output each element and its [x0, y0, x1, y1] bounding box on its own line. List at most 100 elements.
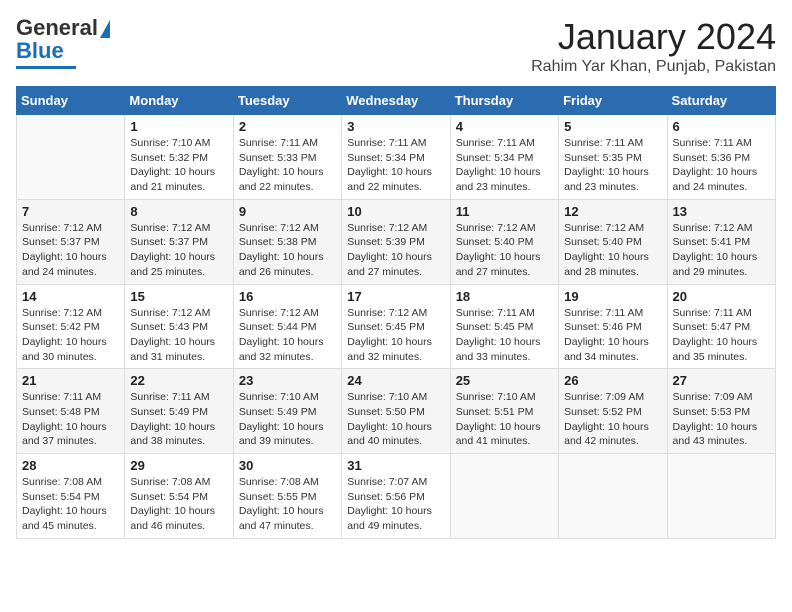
calendar-cell: 24Sunrise: 7:10 AM Sunset: 5:50 PM Dayli… [342, 369, 450, 454]
day-number: 29 [130, 458, 227, 473]
day-info: Sunrise: 7:11 AM Sunset: 5:49 PM Dayligh… [130, 390, 227, 449]
day-info: Sunrise: 7:10 AM Sunset: 5:51 PM Dayligh… [456, 390, 553, 449]
day-number: 5 [564, 119, 661, 134]
day-info: Sunrise: 7:07 AM Sunset: 5:56 PM Dayligh… [347, 475, 444, 534]
day-number: 8 [130, 204, 227, 219]
calendar-title: January 2024 [531, 16, 776, 58]
calendar-cell: 27 Sunrise: 7:09 AM Sunset: 5:53 PM Dayli… [667, 369, 775, 454]
weekday-header-monday: Monday [125, 87, 233, 115]
calendar-cell: 17Sunrise: 7:12 AM Sunset: 5:45 PM Dayli… [342, 284, 450, 369]
weekday-header-row: SundayMondayTuesdayWednesdayThursdayFrid… [17, 87, 776, 115]
calendar-cell: 30 Sunrise: 7:08 AM Sunset: 5:55 PM Dayli… [233, 454, 341, 539]
calendar-cell: 22 Sunrise: 7:11 AM Sunset: 5:49 PM Dayli… [125, 369, 233, 454]
week-row-3: 14 Sunrise: 7:12 AM Sunset: 5:42 PM Dayli… [17, 284, 776, 369]
day-info: Sunrise: 7:12 AM Sunset: 5:40 PM Dayligh… [564, 221, 661, 280]
calendar-cell: 6 Sunrise: 7:11 AM Sunset: 5:36 PM Daylig… [667, 115, 775, 200]
calendar-cell: 5 Sunrise: 7:11 AM Sunset: 5:35 PM Daylig… [559, 115, 667, 200]
day-number: 27 [673, 373, 770, 388]
day-info: Sunrise: 7:11 AM Sunset: 5:34 PM Dayligh… [456, 136, 553, 195]
day-info: Sunrise: 7:09 AM Sunset: 5:52 PM Dayligh… [564, 390, 661, 449]
day-info: Sunrise: 7:09 AM Sunset: 5:53 PM Dayligh… [673, 390, 770, 449]
calendar-cell: 21 Sunrise: 7:11 AM Sunset: 5:48 PM Dayli… [17, 369, 125, 454]
day-number: 13 [673, 204, 770, 219]
logo-underline [16, 66, 76, 69]
day-number: 6 [673, 119, 770, 134]
day-number: 3 [347, 119, 444, 134]
calendar-cell: 4 Sunrise: 7:11 AM Sunset: 5:34 PM Daylig… [450, 115, 558, 200]
logo-text: General [16, 16, 110, 40]
day-number: 16 [239, 289, 336, 304]
day-number: 12 [564, 204, 661, 219]
calendar-cell: 8 Sunrise: 7:12 AM Sunset: 5:37 PM Daylig… [125, 199, 233, 284]
day-number: 20 [673, 289, 770, 304]
day-info: Sunrise: 7:11 AM Sunset: 5:36 PM Dayligh… [673, 136, 770, 195]
day-info: Sunrise: 7:11 AM Sunset: 5:34 PM Dayligh… [347, 136, 444, 195]
calendar-cell: 19 Sunrise: 7:11 AM Sunset: 5:46 PM Dayli… [559, 284, 667, 369]
day-number: 25 [456, 373, 553, 388]
day-number: 21 [22, 373, 119, 388]
day-info: Sunrise: 7:08 AM Sunset: 5:54 PM Dayligh… [130, 475, 227, 534]
calendar-cell [559, 454, 667, 539]
week-row-2: 7 Sunrise: 7:12 AM Sunset: 5:37 PM Daylig… [17, 199, 776, 284]
calendar-cell: 25 Sunrise: 7:10 AM Sunset: 5:51 PM Dayli… [450, 369, 558, 454]
weekday-header-friday: Friday [559, 87, 667, 115]
day-number: 4 [456, 119, 553, 134]
day-number: 22 [130, 373, 227, 388]
calendar-cell: 23 Sunrise: 7:10 AM Sunset: 5:49 PM Dayli… [233, 369, 341, 454]
week-row-4: 21 Sunrise: 7:11 AM Sunset: 5:48 PM Dayli… [17, 369, 776, 454]
day-info: Sunrise: 7:12 AM Sunset: 5:37 PM Dayligh… [22, 221, 119, 280]
day-info: Sunrise: 7:11 AM Sunset: 5:47 PM Dayligh… [673, 306, 770, 365]
calendar-cell: 26 Sunrise: 7:09 AM Sunset: 5:52 PM Dayli… [559, 369, 667, 454]
day-number: 7 [22, 204, 119, 219]
day-info: Sunrise: 7:11 AM Sunset: 5:35 PM Dayligh… [564, 136, 661, 195]
calendar-cell [450, 454, 558, 539]
logo-blue: Blue [16, 38, 64, 64]
day-info: Sunrise: 7:11 AM Sunset: 5:46 PM Dayligh… [564, 306, 661, 365]
calendar-cell: 15 Sunrise: 7:12 AM Sunset: 5:43 PM Dayli… [125, 284, 233, 369]
day-info: Sunrise: 7:11 AM Sunset: 5:33 PM Dayligh… [239, 136, 336, 195]
week-row-5: 28 Sunrise: 7:08 AM Sunset: 5:54 PM Dayli… [17, 454, 776, 539]
day-number: 10 [347, 204, 444, 219]
day-number: 28 [22, 458, 119, 473]
day-info: Sunrise: 7:11 AM Sunset: 5:48 PM Dayligh… [22, 390, 119, 449]
day-number: 30 [239, 458, 336, 473]
day-info: Sunrise: 7:12 AM Sunset: 5:42 PM Dayligh… [22, 306, 119, 365]
day-info: Sunrise: 7:08 AM Sunset: 5:55 PM Dayligh… [239, 475, 336, 534]
day-number: 11 [456, 204, 553, 219]
day-number: 14 [22, 289, 119, 304]
day-number: 15 [130, 289, 227, 304]
day-number: 9 [239, 204, 336, 219]
calendar-cell [17, 115, 125, 200]
calendar-cell: 16 Sunrise: 7:12 AM Sunset: 5:44 PM Dayli… [233, 284, 341, 369]
day-info: Sunrise: 7:12 AM Sunset: 5:41 PM Dayligh… [673, 221, 770, 280]
calendar-cell: 12 Sunrise: 7:12 AM Sunset: 5:40 PM Dayli… [559, 199, 667, 284]
calendar-cell: 29 Sunrise: 7:08 AM Sunset: 5:54 PM Dayli… [125, 454, 233, 539]
day-number: 24 [347, 373, 444, 388]
calendar-cell: 11Sunrise: 7:12 AM Sunset: 5:40 PM Dayli… [450, 199, 558, 284]
day-info: Sunrise: 7:12 AM Sunset: 5:37 PM Dayligh… [130, 221, 227, 280]
calendar-cell: 20 Sunrise: 7:11 AM Sunset: 5:47 PM Dayli… [667, 284, 775, 369]
calendar-cell: 9Sunrise: 7:12 AM Sunset: 5:38 PM Daylig… [233, 199, 341, 284]
calendar-cell: 1Sunrise: 7:10 AM Sunset: 5:32 PM Daylig… [125, 115, 233, 200]
day-number: 23 [239, 373, 336, 388]
logo: General Blue [16, 16, 110, 69]
day-number: 18 [456, 289, 553, 304]
day-number: 26 [564, 373, 661, 388]
day-info: Sunrise: 7:08 AM Sunset: 5:54 PM Dayligh… [22, 475, 119, 534]
day-number: 2 [239, 119, 336, 134]
weekday-header-tuesday: Tuesday [233, 87, 341, 115]
weekday-header-wednesday: Wednesday [342, 87, 450, 115]
day-info: Sunrise: 7:11 AM Sunset: 5:45 PM Dayligh… [456, 306, 553, 365]
calendar-cell: 7 Sunrise: 7:12 AM Sunset: 5:37 PM Daylig… [17, 199, 125, 284]
day-info: Sunrise: 7:10 AM Sunset: 5:49 PM Dayligh… [239, 390, 336, 449]
weekday-header-thursday: Thursday [450, 87, 558, 115]
day-number: 31 [347, 458, 444, 473]
calendar-cell: 13 Sunrise: 7:12 AM Sunset: 5:41 PM Dayli… [667, 199, 775, 284]
calendar-cell: 10 Sunrise: 7:12 AM Sunset: 5:39 PM Dayli… [342, 199, 450, 284]
calendar-cell: 28 Sunrise: 7:08 AM Sunset: 5:54 PM Dayli… [17, 454, 125, 539]
day-info: Sunrise: 7:12 AM Sunset: 5:43 PM Dayligh… [130, 306, 227, 365]
day-info: Sunrise: 7:12 AM Sunset: 5:44 PM Dayligh… [239, 306, 336, 365]
day-number: 19 [564, 289, 661, 304]
title-block: January 2024 Rahim Yar Khan, Punjab, Pak… [531, 16, 776, 76]
day-info: Sunrise: 7:12 AM Sunset: 5:39 PM Dayligh… [347, 221, 444, 280]
